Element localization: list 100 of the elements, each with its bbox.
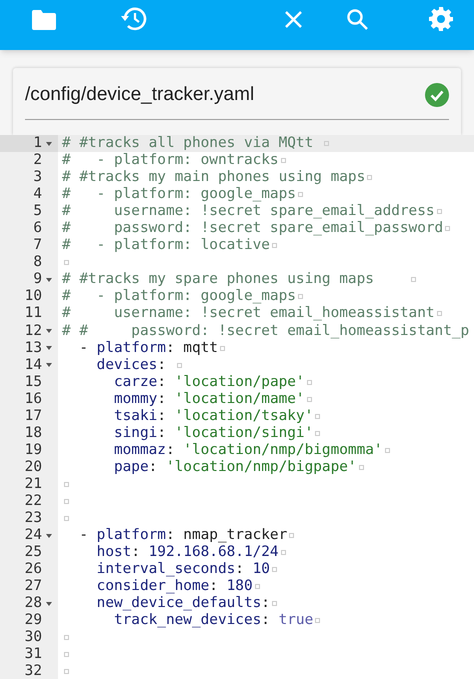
fold-arrow-icon[interactable] bbox=[46, 534, 52, 538]
line-number: 10 bbox=[24, 288, 42, 306]
line-end-icon bbox=[315, 414, 320, 419]
code-token: track_new_devices bbox=[112, 612, 262, 630]
line-end-icon bbox=[315, 618, 320, 624]
fold-arrow-icon[interactable] bbox=[46, 346, 52, 350]
code-token: # #tracks my spare phones using maps bbox=[62, 271, 375, 288]
line-number: 25 bbox=[24, 544, 42, 562]
line-number: 3 bbox=[33, 169, 42, 186]
line-number: 11 bbox=[24, 305, 42, 322]
line-number: 12 bbox=[24, 322, 42, 340]
line-number: 8 bbox=[33, 254, 42, 272]
line-number: 4 bbox=[33, 186, 42, 204]
line-end-icon bbox=[436, 209, 442, 214]
line-end-icon bbox=[272, 601, 277, 606]
code-token: : bbox=[261, 595, 270, 612]
line-number: 19 bbox=[24, 442, 42, 459]
line-end-icon bbox=[289, 533, 294, 538]
code-token: singi bbox=[112, 424, 158, 442]
code-token: host bbox=[96, 544, 132, 562]
folder-icon[interactable] bbox=[32, 10, 56, 30]
code-token: new_device_defaults bbox=[96, 595, 262, 612]
line-number: 5 bbox=[33, 203, 42, 220]
line-end-icon bbox=[64, 635, 69, 640]
fold-arrow-icon[interactable] bbox=[46, 142, 52, 146]
line-end-icon bbox=[436, 311, 442, 316]
code-token: devices bbox=[96, 356, 158, 374]
code-token: 'location/nmp/bigpape' bbox=[166, 458, 357, 476]
line-number: 1 bbox=[33, 135, 42, 152]
code-token: true bbox=[278, 612, 314, 630]
code-token: interval_seconds bbox=[96, 561, 236, 578]
code-token: carze bbox=[112, 374, 158, 391]
line-number: 30 bbox=[24, 629, 42, 646]
code-token: # - platform: google_maps bbox=[62, 288, 296, 306]
code-token: # - platform: owntracks bbox=[62, 152, 279, 170]
line-end-icon bbox=[298, 294, 303, 300]
code-token: : bbox=[261, 612, 271, 630]
line-number: 23 bbox=[24, 510, 42, 528]
code-token: # #tracks all phones via MQtt bbox=[62, 135, 314, 152]
code-token: consider_home bbox=[96, 578, 210, 596]
fold-arrow-icon[interactable] bbox=[46, 363, 52, 368]
code-token: : bbox=[157, 356, 167, 374]
close-icon[interactable] bbox=[285, 11, 302, 28]
code-token: # #tracks my main phones using maps bbox=[62, 169, 366, 186]
line-number: 7 bbox=[33, 237, 42, 254]
line-end-icon bbox=[410, 277, 416, 282]
code-token: 192.168.68.1/24 bbox=[148, 544, 279, 562]
line-end-icon bbox=[280, 550, 286, 556]
code-token: : bbox=[131, 544, 141, 562]
line-end-icon bbox=[315, 430, 320, 436]
code-token: 'location/pape' bbox=[174, 374, 305, 391]
line-number: 26 bbox=[24, 561, 42, 578]
line-end-icon bbox=[445, 226, 450, 232]
code-token: : bbox=[157, 374, 167, 391]
line-end-icon bbox=[64, 482, 69, 487]
line-number: 17 bbox=[24, 408, 42, 425]
line-number: 21 bbox=[24, 476, 42, 493]
code-token: platform bbox=[96, 527, 166, 544]
search-icon[interactable] bbox=[347, 9, 368, 30]
line-end-icon bbox=[324, 141, 329, 146]
line-end-icon bbox=[64, 669, 69, 674]
fold-arrow-icon[interactable] bbox=[46, 602, 52, 606]
line-number: 16 bbox=[24, 390, 42, 408]
line-end-icon bbox=[298, 192, 303, 198]
fold-arrow-icon[interactable] bbox=[46, 329, 52, 334]
history-icon[interactable] bbox=[120, 6, 147, 32]
line-number: 9 bbox=[33, 271, 42, 288]
line-number: 32 bbox=[24, 663, 42, 679]
code-token: - bbox=[78, 340, 89, 357]
line-end-icon bbox=[367, 175, 372, 180]
code-token: 10 bbox=[252, 561, 270, 578]
code-token: 'location/mame' bbox=[174, 390, 305, 408]
code-token: pape bbox=[112, 458, 149, 476]
line-end-icon bbox=[306, 396, 312, 402]
line-end-icon bbox=[220, 346, 225, 351]
code-token: : bbox=[235, 561, 245, 578]
code-token: : nmap_tracker bbox=[166, 527, 288, 544]
code-token: mommy bbox=[112, 390, 158, 408]
line-number: 20 bbox=[24, 458, 42, 476]
line-end-icon bbox=[272, 243, 277, 248]
code-editor[interactable] bbox=[0, 135, 474, 679]
line-end-icon bbox=[176, 362, 182, 368]
code-token: : bbox=[148, 458, 158, 476]
line-end-icon bbox=[384, 448, 390, 453]
code-token: # username: !secret email_homeassistant bbox=[62, 305, 435, 322]
code-token: : bbox=[157, 408, 167, 425]
code-token: : mqtt bbox=[166, 340, 218, 357]
line-number: 27 bbox=[24, 578, 42, 596]
line-number: 14 bbox=[24, 356, 42, 374]
line-end-icon bbox=[280, 158, 286, 164]
code-token: mommaz bbox=[112, 442, 166, 459]
fold-arrow-icon[interactable] bbox=[46, 278, 52, 282]
code-token: # - platform: locative bbox=[62, 237, 270, 254]
code-token: : bbox=[209, 578, 219, 596]
line-number: 2 bbox=[33, 152, 42, 170]
code-token: : bbox=[157, 390, 167, 408]
line-number: 28 bbox=[24, 595, 42, 612]
line-number: 13 bbox=[24, 340, 42, 357]
settings-icon[interactable] bbox=[429, 7, 453, 31]
code-token: # username: !secret spare_email_address bbox=[62, 203, 435, 220]
